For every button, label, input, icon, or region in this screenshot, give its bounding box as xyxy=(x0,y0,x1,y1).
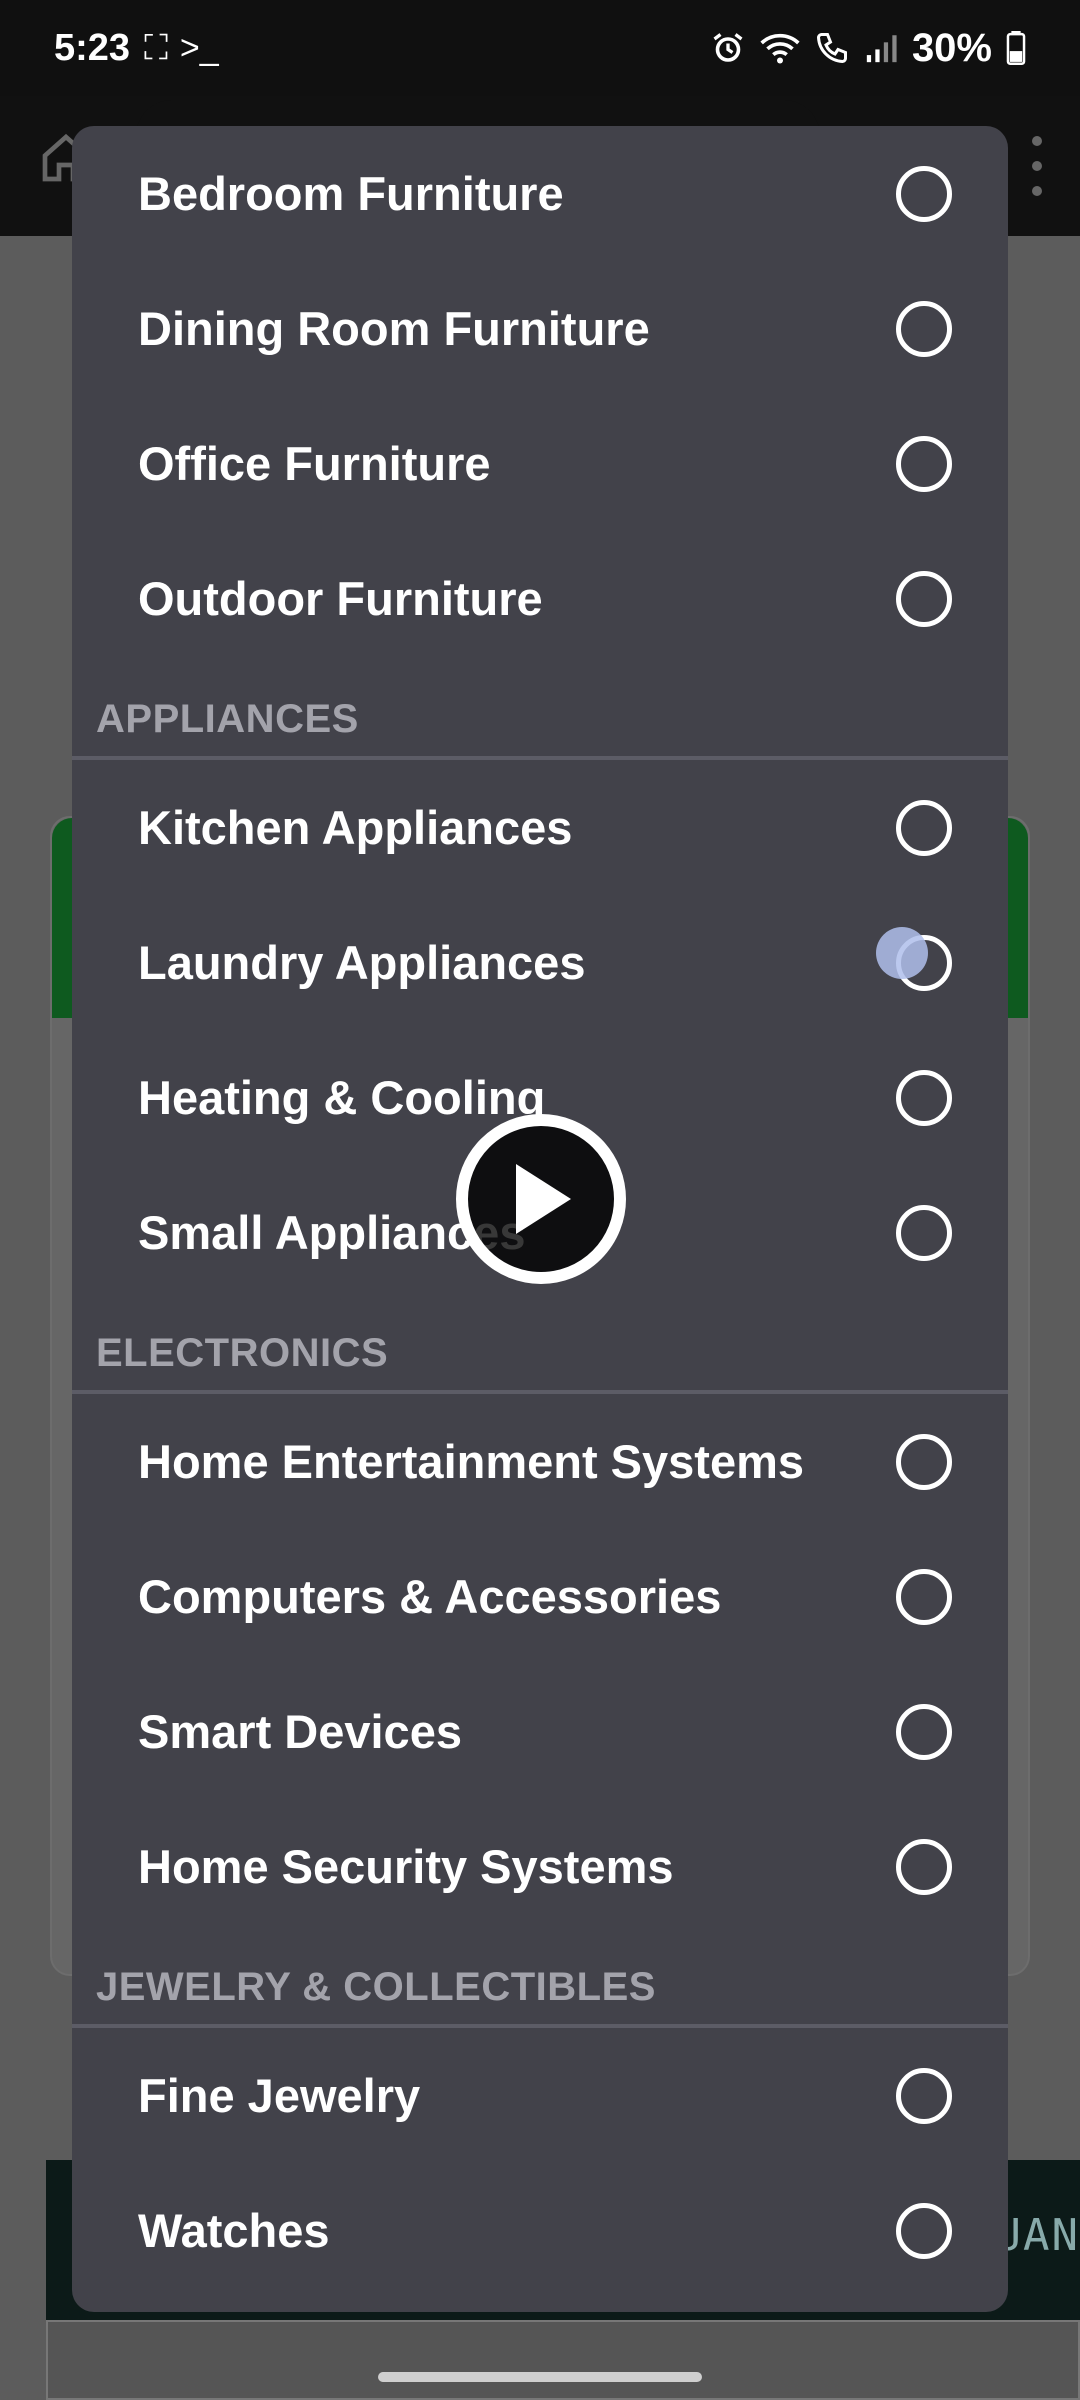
list-item-label: Fine Jewelry xyxy=(138,2069,421,2122)
section-header-appliances: APPLIANCES xyxy=(96,697,359,741)
radio-button[interactable] xyxy=(896,435,952,492)
radio-button[interactable] xyxy=(896,1204,952,1261)
signal-icon xyxy=(866,35,897,63)
list-item[interactable]: Home Security Systems xyxy=(72,1799,1008,1934)
play-icon xyxy=(516,1164,571,1234)
clock: 5:23 xyxy=(54,26,131,69)
radio-button[interactable] xyxy=(896,165,952,222)
radio-button[interactable] xyxy=(896,1703,952,1760)
background-table xyxy=(46,2320,1080,2400)
screenshot-icon: ⛶ xyxy=(144,28,168,67)
battery-percent: 30% xyxy=(911,25,992,70)
list-item-label: Watches xyxy=(138,2204,330,2257)
list-item-label: Dining Room Furniture xyxy=(138,302,650,355)
more-options-icon xyxy=(1032,136,1046,196)
list-item[interactable]: Fine Jewelry xyxy=(72,2028,1008,2163)
list-item-label: Bedroom Furniture xyxy=(138,167,564,220)
list-item[interactable]: Computers & Accessories xyxy=(72,1529,1008,1664)
radio-button[interactable] xyxy=(896,2067,952,2124)
status-left-icons: ⛶ >_ xyxy=(144,29,219,68)
list-item-label: Computers & Accessories xyxy=(138,1570,722,1623)
wifi-icon xyxy=(760,33,800,64)
list-item-label: Office Furniture xyxy=(138,437,491,490)
list-item[interactable]: Outdoor Furniture xyxy=(72,531,1008,666)
list-item-label: Home Entertainment Systems xyxy=(138,1435,805,1488)
status-bar: 5:23 ⛶ >_ 30% xyxy=(0,0,1080,96)
list-item-label: Laundry Appliances xyxy=(138,936,586,989)
radio-button[interactable] xyxy=(896,1069,952,1126)
home-gesture-bar[interactable] xyxy=(378,2372,702,2382)
list-item-label: Home Security Systems xyxy=(138,1840,674,1893)
section-header-jewelry: JEWELRY & COLLECTIBLES xyxy=(96,1965,656,2009)
wifi-calling-icon xyxy=(816,33,847,64)
play-button[interactable] xyxy=(456,1114,626,1284)
radio-button[interactable] xyxy=(896,570,952,627)
list-item[interactable]: Watches xyxy=(72,2163,1008,2298)
section-header-electronics: ELECTRONICS xyxy=(96,1331,389,1375)
status-right-icons: 30% xyxy=(710,26,1026,71)
touch-indicator xyxy=(876,927,928,979)
list-item[interactable]: Dining Room Furniture xyxy=(72,261,1008,396)
list-item-label: Kitchen Appliances xyxy=(138,801,573,854)
list-item[interactable]: Smart Devices xyxy=(72,1664,1008,1799)
list-item-label: Outdoor Furniture xyxy=(138,572,543,625)
list-item[interactable]: Laundry Appliances xyxy=(72,895,1008,1030)
battery-icon xyxy=(1006,31,1026,65)
list-item[interactable]: Kitchen Appliances xyxy=(72,760,1008,895)
terminal-icon: >_ xyxy=(179,28,219,67)
radio-button[interactable] xyxy=(896,300,952,357)
radio-button[interactable] xyxy=(896,1433,952,1490)
list-item-label: Smart Devices xyxy=(138,1705,462,1758)
radio-button[interactable] xyxy=(896,2202,952,2259)
list-item[interactable]: Bedroom Furniture xyxy=(72,126,1008,261)
radio-button[interactable] xyxy=(896,1568,952,1625)
list-item[interactable]: Home Entertainment Systems xyxy=(72,1394,1008,1529)
radio-button[interactable] xyxy=(896,1838,952,1895)
alarm-icon xyxy=(713,33,743,62)
radio-button[interactable] xyxy=(896,799,952,856)
list-item[interactable]: Office Furniture xyxy=(72,396,1008,531)
